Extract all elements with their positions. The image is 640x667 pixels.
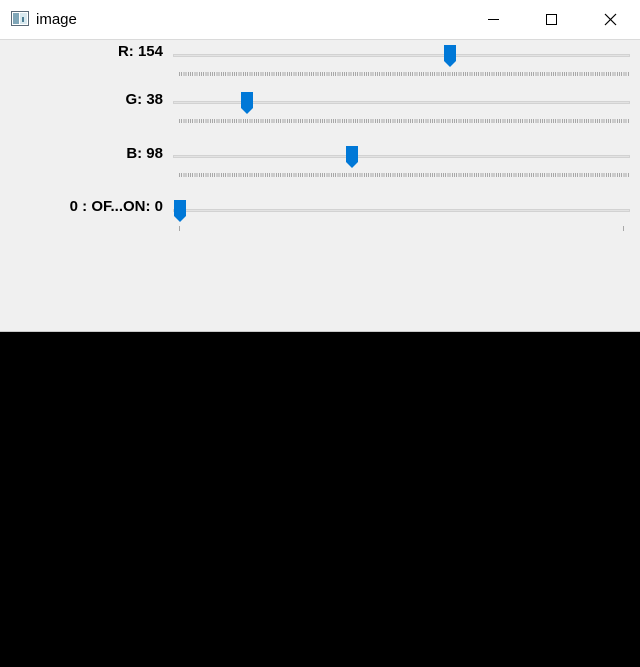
- trackbar-r-label: R: 154: [117, 43, 163, 60]
- trackbar-r-thumb[interactable]: [443, 44, 457, 68]
- trackbar-g-label: G: 38: [125, 91, 163, 108]
- trackbar-panel: R: 154 G: 38 B: 98 0 : OF...ON: 0: [0, 40, 640, 332]
- trackbar-b-thumb[interactable]: [345, 145, 359, 169]
- trackbar-b-ticks: [179, 173, 630, 177]
- maximize-icon: [546, 14, 557, 25]
- maximize-button[interactable]: [528, 0, 574, 39]
- minimize-button[interactable]: [471, 0, 517, 39]
- trackbar-b-track[interactable]: [173, 155, 630, 158]
- close-icon: [604, 13, 617, 26]
- trackbar-switch-track[interactable]: [173, 209, 630, 212]
- window-app-icon: [11, 11, 29, 26]
- trackbar-g-ticks: [179, 119, 630, 123]
- close-button[interactable]: [586, 0, 640, 39]
- trackbar-b-label: B: 98: [126, 145, 163, 162]
- image-window: image R: 154 G: 38 B: 98 0: OF...ON: 0: [0, 0, 640, 667]
- trackbar-r-track[interactable]: [173, 54, 630, 57]
- trackbar-r-ticks: [179, 72, 630, 76]
- window-title: image: [36, 11, 77, 28]
- trackbar-switch-label: 0 : OF...ON: 0: [69, 198, 163, 215]
- trackbar-switch-thumb[interactable]: [173, 199, 187, 223]
- title-bar[interactable]: image: [0, 0, 640, 40]
- trackbar-switch-tick-min: [179, 226, 180, 231]
- trackbar-g-thumb[interactable]: [240, 91, 254, 115]
- image-display: [0, 332, 640, 667]
- trackbar-switch-tick-max: [623, 226, 624, 231]
- minimize-icon: [488, 19, 499, 20]
